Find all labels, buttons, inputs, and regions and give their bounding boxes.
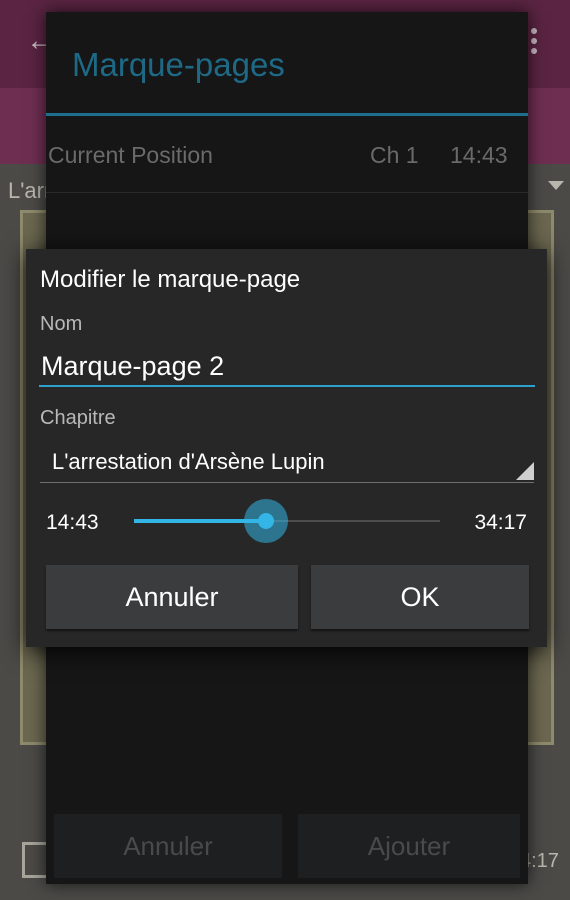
bookmark-icon	[22, 842, 46, 878]
add-bookmark-button[interactable]: Ajouter	[298, 814, 520, 878]
edit-dialog-title: Modifier le marque-page	[40, 266, 301, 293]
name-label: Nom	[40, 313, 83, 335]
position-slider[interactable]	[134, 499, 440, 543]
edit-bookmark-dialog: Modifier le marque-page Nom Chapitre L'a…	[26, 249, 547, 647]
chapter-dropdown-icon	[548, 181, 564, 190]
bookmarks-dialog-title: Marque-pages	[72, 46, 285, 83]
cancel-button[interactable]: Annuler	[46, 565, 298, 629]
slider-end-time: 34:17	[474, 511, 527, 534]
bookmark-row[interactable]: Current Position Ch 1 14:43	[46, 116, 528, 193]
bookmarks-cancel-button[interactable]: Annuler	[54, 814, 282, 878]
bookmark-row-chapter: Ch 1	[370, 142, 419, 168]
chapter-select[interactable]: L'arrestation d'Arsène Lupin	[40, 443, 534, 483]
slider-start-time: 14:43	[46, 511, 99, 534]
ok-button[interactable]: OK	[311, 565, 529, 629]
chapter-label: Chapitre	[40, 407, 116, 429]
overflow-menu-icon[interactable]	[528, 28, 540, 58]
chapter-select-value: L'arrestation d'Arsène Lupin	[52, 449, 325, 474]
bookmark-row-time: 14:43	[450, 142, 508, 168]
slider-thumb[interactable]	[257, 513, 274, 529]
bookmark-row-label: Current Position	[48, 142, 213, 168]
bookmark-name-input[interactable]	[39, 349, 535, 387]
dropdown-arrow-icon	[516, 462, 534, 480]
chapter-title: L'arr	[8, 178, 52, 203]
